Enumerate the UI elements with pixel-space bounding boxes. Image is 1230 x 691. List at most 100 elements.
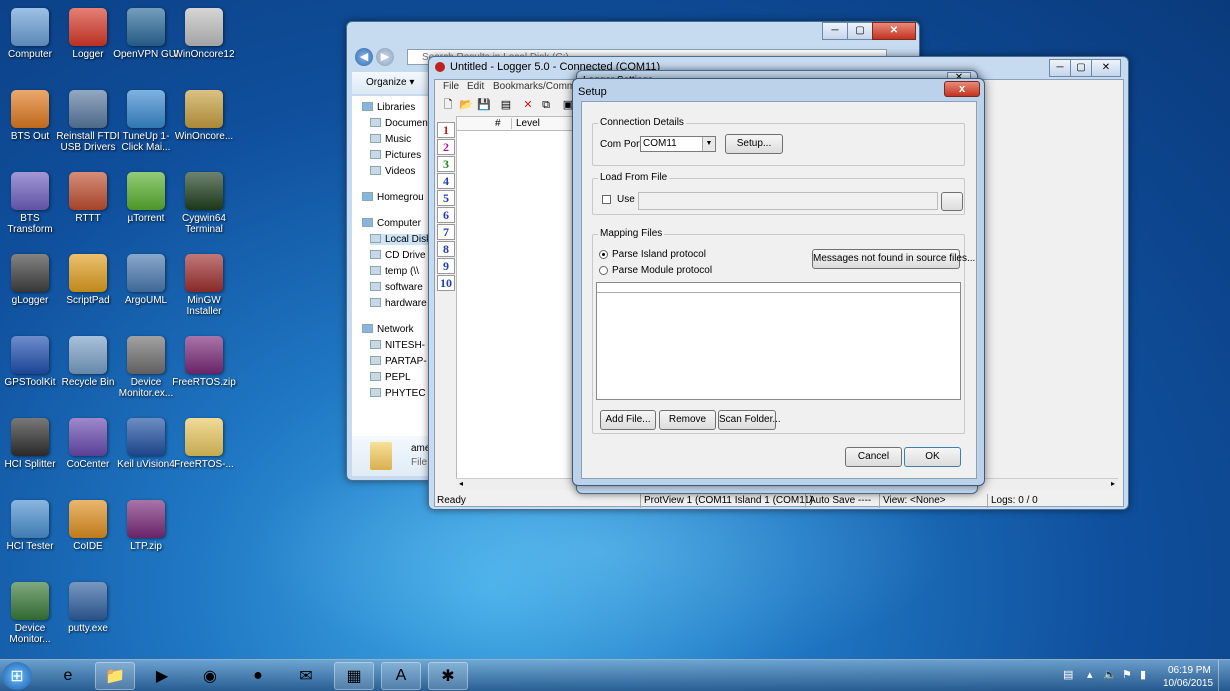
bookmark-number-button[interactable]: 2 xyxy=(437,139,455,155)
chevron-down-icon[interactable]: ▼ xyxy=(702,137,715,151)
firefox-icon[interactable]: ● xyxy=(238,662,278,690)
clock-date[interactable]: 10/06/2015 xyxy=(1163,678,1213,689)
desktop-icon[interactable]: putty.exe xyxy=(55,582,121,634)
forward-button[interactable]: ▶ xyxy=(376,48,394,66)
delete-icon[interactable]: ✕ xyxy=(521,98,535,112)
use-checkbox[interactable] xyxy=(602,195,611,204)
open-folder-icon[interactable]: 📂 xyxy=(459,98,473,112)
load-file-path-field[interactable] xyxy=(638,192,938,210)
connection-setup-button[interactable]: Setup... xyxy=(725,134,783,154)
desktop-icon[interactable]: CoCenter xyxy=(55,418,121,470)
nav-item[interactable]: Homegrou xyxy=(362,192,424,203)
nav-item[interactable]: hardware xyxy=(370,298,427,309)
bookmark-number-button[interactable]: 8 xyxy=(437,241,455,257)
bookmark-number-button[interactable]: 3 xyxy=(437,156,455,172)
logger-bug-icon[interactable]: ✱ xyxy=(428,662,468,690)
menu-item[interactable]: Edit xyxy=(467,81,484,92)
desktop-icon[interactable]: LTP.zip xyxy=(113,500,179,552)
bookmark-number-button[interactable]: 4 xyxy=(437,173,455,189)
start-orb-icon[interactable]: ⊞ xyxy=(2,662,32,690)
nav-item[interactable]: Videos xyxy=(370,166,415,177)
network-icon[interactable]: ▮ xyxy=(1140,668,1146,681)
nav-item[interactable]: Network xyxy=(362,324,414,335)
desktop-icon[interactable]: Device Monitor.ex... xyxy=(113,336,179,399)
desktop-icon[interactable]: WinOncore... xyxy=(171,90,237,142)
desktop-icon[interactable]: BTS Out xyxy=(0,90,63,142)
desktop-icon[interactable]: MinGW Installer xyxy=(171,254,237,317)
remove-button[interactable]: Remove xyxy=(659,410,716,430)
flag-icon[interactable]: ⚑ xyxy=(1122,668,1132,681)
back-button[interactable]: ◀ xyxy=(355,48,373,66)
scroll-left-arrow[interactable]: ◂ xyxy=(459,479,463,488)
close-button[interactable]: ✕ xyxy=(1091,59,1121,77)
show-desktop-button[interactable] xyxy=(1218,660,1230,691)
nav-item[interactable]: Computer xyxy=(362,218,421,229)
nav-item[interactable]: Libraries xyxy=(362,102,415,113)
nav-item[interactable]: Local Disk xyxy=(370,234,430,245)
desktop-icon[interactable]: Reinstall FTDI USB Drivers xyxy=(55,90,121,153)
nav-item[interactable]: PEPL xyxy=(370,372,411,383)
desktop-icon[interactable]: ArgoUML xyxy=(113,254,179,306)
desktop-icon[interactable]: Computer xyxy=(0,8,63,60)
chrome-icon[interactable]: ◉ xyxy=(190,662,230,690)
desktop-icon[interactable]: BTS Transform xyxy=(0,172,63,235)
menu-item[interactable]: File xyxy=(443,81,459,92)
desktop-icon[interactable]: µTorrent xyxy=(113,172,179,224)
nav-item[interactable]: Pictures xyxy=(370,150,421,161)
parse-island-label[interactable]: Parse Island protocol xyxy=(612,249,706,260)
tray-icon[interactable]: ▤ xyxy=(1063,668,1073,681)
desktop-icon[interactable]: GPSToolKit xyxy=(0,336,63,388)
column-header-number[interactable]: # xyxy=(495,118,501,129)
radio-parse-island[interactable] xyxy=(599,250,608,259)
desktop-icon[interactable]: HCI Tester xyxy=(0,500,63,552)
minimize-button[interactable]: ─ xyxy=(1049,59,1071,77)
bookmark-number-button[interactable]: 7 xyxy=(437,224,455,240)
bookmark-number-button[interactable]: 6 xyxy=(437,207,455,223)
desktop-icon[interactable]: TuneUp 1-Click Mai... xyxy=(113,90,179,153)
acrobat-icon[interactable]: A xyxy=(381,662,421,690)
messages-not-found-button[interactable]: Messages not found in source files... xyxy=(812,249,975,269)
com-port-select[interactable]: COM11 ▼ xyxy=(640,136,716,152)
bookmark-number-button[interactable]: 9 xyxy=(437,258,455,274)
parse-module-label[interactable]: Parse Module protocol xyxy=(612,265,712,276)
desktop-icon[interactable]: WinOncore12 xyxy=(171,8,237,60)
nav-item[interactable]: NITESH- xyxy=(370,340,425,351)
setup-dialog[interactable]: Setup x Connection Details Com Port: COM… xyxy=(572,78,985,486)
clock-time[interactable]: 06:19 PM xyxy=(1168,665,1211,676)
bookmark-number-button[interactable]: 1 xyxy=(437,122,455,138)
speaker-icon[interactable]: 🔈 xyxy=(1103,668,1117,681)
desktop-icon[interactable]: gLogger xyxy=(0,254,63,306)
nav-item[interactable]: software xyxy=(370,282,423,293)
mapping-files-list[interactable] xyxy=(596,282,961,400)
desktop-icon[interactable]: Device Monitor... xyxy=(0,582,63,645)
column-header-level[interactable]: Level xyxy=(511,118,540,129)
nav-item[interactable]: Music xyxy=(370,134,411,145)
desktop-icon[interactable]: OpenVPN GUI xyxy=(113,8,179,60)
thunderbird-icon[interactable]: ✉ xyxy=(286,662,326,690)
organize-button[interactable]: Organize ▾ xyxy=(366,77,414,88)
save-icon[interactable]: 💾 xyxy=(477,98,491,112)
scan-folder-button[interactable]: Scan Folder... xyxy=(718,410,781,430)
maximize-button[interactable]: ▢ xyxy=(1070,59,1092,77)
close-button[interactable]: ✕ xyxy=(872,22,916,40)
print-icon[interactable]: ▤ xyxy=(499,98,513,112)
desktop-icon[interactable]: FreeRTOS.zip xyxy=(171,336,237,388)
cancel-button[interactable]: Cancel xyxy=(845,447,902,467)
nav-item[interactable]: Documen xyxy=(370,118,428,129)
nav-item[interactable]: PHYTEC xyxy=(370,388,426,399)
internet-explorer-icon[interactable]: e xyxy=(48,662,88,690)
nav-item[interactable]: PARTAP- xyxy=(370,356,427,367)
desktop-icon[interactable]: CoIDE xyxy=(55,500,121,552)
scroll-right-arrow[interactable]: ▸ xyxy=(1111,479,1115,488)
desktop-icon[interactable]: RTTT xyxy=(55,172,121,224)
network-tool-icon[interactable]: ▦ xyxy=(334,662,374,690)
close-button[interactable]: x xyxy=(944,81,980,97)
browse-file-button[interactable] xyxy=(941,192,963,211)
bookmark-number-button[interactable]: 5 xyxy=(437,190,455,206)
show-hidden-icons[interactable]: ▴ xyxy=(1087,668,1093,681)
copy-icon[interactable]: ⧉ xyxy=(539,98,553,112)
minimize-button[interactable]: ─ xyxy=(822,22,848,40)
desktop-icon[interactable]: FreeRTOS-... xyxy=(171,418,237,470)
desktop-icon[interactable]: Recycle Bin xyxy=(55,336,121,388)
nav-item[interactable]: CD Drive xyxy=(370,250,426,261)
